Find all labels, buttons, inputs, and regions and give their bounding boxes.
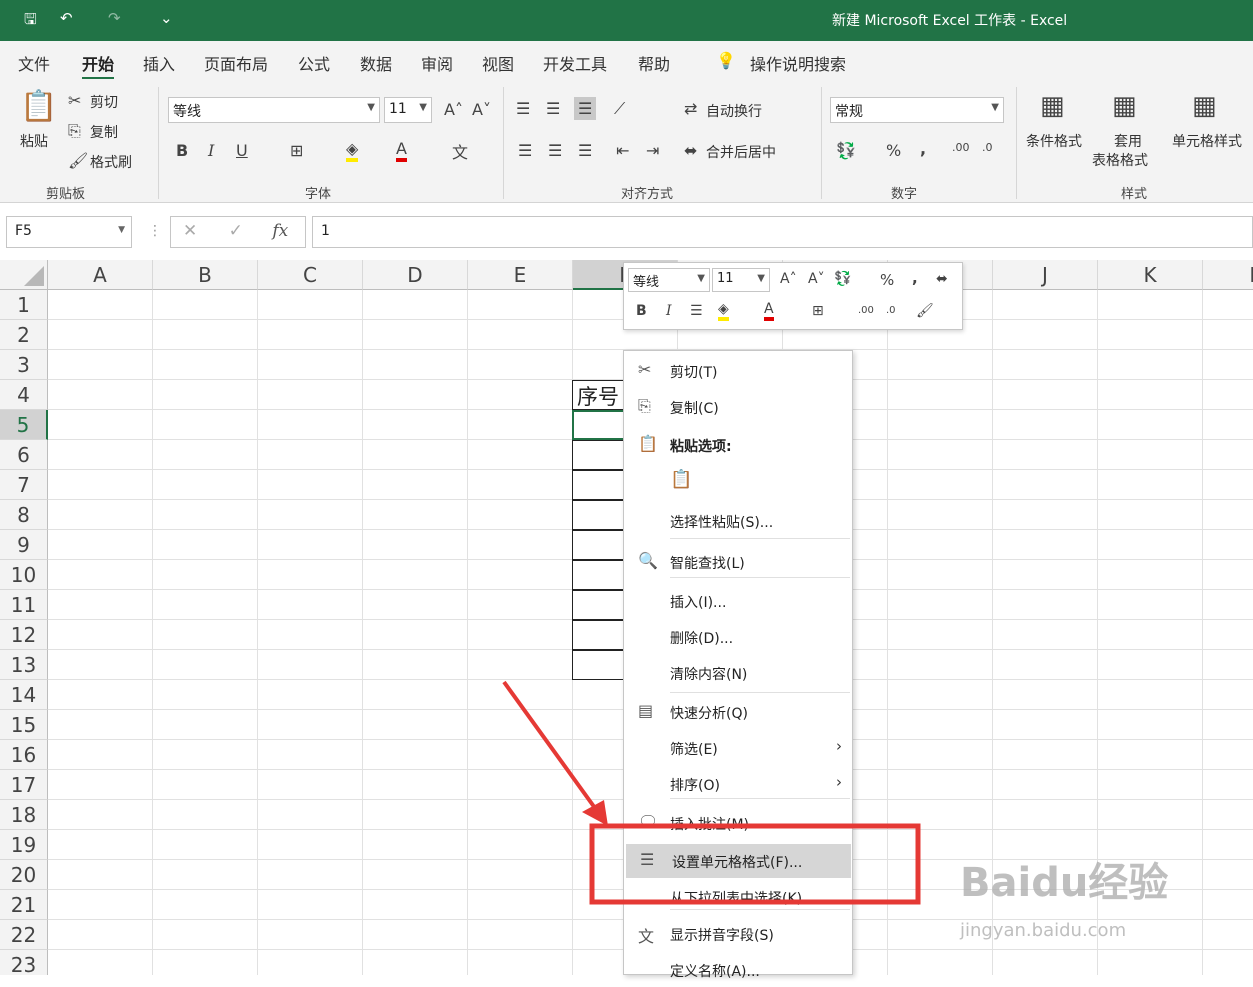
baidu-watermark: Baidu经验 [960,860,1169,906]
annotation-highlight-box [589,823,921,905]
annotation-arrowhead [582,800,608,826]
annotation-overlay [502,680,921,905]
watermark-url: jingyan.baidu.com [960,920,1127,941]
annotation-arrow [502,680,602,817]
